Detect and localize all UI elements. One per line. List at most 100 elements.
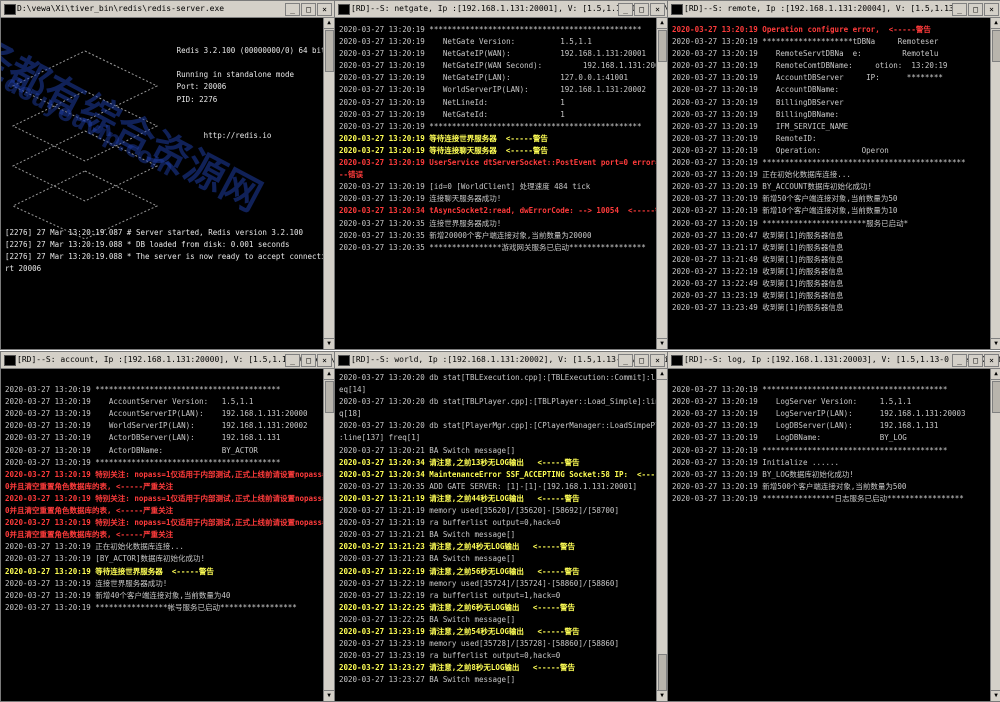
close-button[interactable]: ×	[984, 354, 999, 367]
minimize-button[interactable]: _	[285, 354, 300, 367]
maximize-button[interactable]: □	[634, 354, 649, 367]
console-line: Port: 20006	[5, 82, 227, 92]
maximize-button[interactable]: □	[968, 354, 983, 367]
console-line: 2020-03-27 13:23:19 memory used[35728]/[…	[339, 639, 619, 649]
window-title: D:\vewa\Xi\tiver_bin\redis\redis-server.…	[17, 4, 225, 13]
scrollbar-thumb[interactable]	[992, 30, 1000, 62]
console-line: 2020-03-27 13:20:19 NetLineId: 1	[339, 97, 565, 107]
console-line: [2276] 27 Mar 13:20:19.088 * DB loaded f…	[5, 239, 290, 249]
close-button[interactable]: ×	[317, 354, 332, 367]
window-titlebar[interactable]: [RD]--S: remote, Ip :[192.168.1.131:2000…	[668, 1, 1000, 18]
window-title: [RD]--S: remote, Ip :[192.168.1.131:2000…	[684, 4, 964, 13]
window-titlebar[interactable]: D:\vewa\Xi\tiver_bin\redis\redis-server.…	[1, 1, 334, 18]
scrollbar-thumb[interactable]	[325, 30, 334, 72]
console-line: eq[14]	[339, 385, 367, 395]
world-console-window[interactable]: [RD]--S: world, Ip :[192.168.1.131:20002…	[334, 351, 668, 702]
console-line: 2020-03-27 13:22:19 收到第[1]的服务器信息	[672, 266, 844, 276]
console-line: 2020-03-27 13:20:35 ADD GATE SERVER: [1]…	[339, 481, 638, 491]
console-line: 2020-03-27 13:20:19 NetGateIP(WAN): 192.…	[339, 49, 647, 59]
vertical-scrollbar[interactable]: ▲ ▼	[656, 369, 667, 701]
scrollbar-thumb[interactable]	[992, 381, 1000, 413]
vertical-scrollbar[interactable]: ▲ ▼	[990, 18, 1000, 349]
scroll-down-arrow-icon[interactable]: ▼	[991, 338, 1000, 349]
vertical-scrollbar[interactable]: ▲ ▼	[656, 18, 667, 349]
redis-console-window[interactable]: D:\vewa\Xi\tiver_bin\redis\redis-server.…	[0, 0, 335, 350]
window-controls: _ □ ×	[618, 354, 665, 367]
console-line: 2020-03-27 13:20:19 IFM_SERVICE_NAME	[672, 121, 849, 131]
scroll-up-arrow-icon[interactable]: ▲	[991, 369, 1000, 380]
console-line: 2020-03-27 13:20:19 Operation configure …	[672, 25, 931, 34]
console-line: 2020-03-27 13:20:20 db stat[PlayerMgr.cp…	[339, 421, 657, 431]
console-line: q[18]	[339, 409, 362, 419]
console-line: 2020-03-27 13:20:19 连接聊天服务器成功!	[339, 194, 502, 204]
scroll-up-arrow-icon[interactable]: ▲	[657, 369, 667, 380]
vertical-scrollbar[interactable]: ▲ ▼	[323, 369, 334, 701]
window-titlebar[interactable]: [RD]--S: netgate, Ip :[192.168.1.131:200…	[335, 1, 667, 18]
netgate-console-window[interactable]: [RD]--S: netgate, Ip :[192.168.1.131:200…	[334, 0, 668, 350]
console-line: 2020-03-27 13:20:19 AccountServer Versio…	[5, 397, 254, 407]
scrollbar-thumb[interactable]	[658, 30, 667, 62]
console-line: 2020-03-27 13:20:19 BillingDBServer	[672, 97, 844, 107]
minimize-button[interactable]: _	[952, 3, 967, 16]
console-line: 2020-03-27 13:20:19 正在初始化数据库连接...	[5, 542, 184, 552]
vertical-scrollbar[interactable]: ▲ ▼	[990, 369, 1000, 701]
window-titlebar[interactable]: [RD]--S: world, Ip :[192.168.1.131:20002…	[335, 352, 667, 369]
minimize-button[interactable]: _	[618, 354, 633, 367]
console-line: 2020-03-27 13:20:19 特别关注: nopass=1仅适用于内部…	[5, 518, 324, 528]
minimize-button[interactable]: _	[952, 354, 967, 367]
console-line: 2020-03-27 13:20:21 BA Switch message[]	[339, 445, 516, 455]
console-app-icon	[671, 4, 683, 15]
window-titlebar[interactable]: [RD]--S: account, Ip :[192.168.1.131:200…	[1, 352, 334, 369]
window-controls: _ □ ×	[285, 354, 332, 367]
close-button[interactable]: ×	[984, 3, 999, 16]
scroll-up-arrow-icon[interactable]: ▲	[324, 369, 334, 380]
maximize-button[interactable]: □	[301, 354, 316, 367]
scrollbar-thumb[interactable]	[325, 381, 334, 413]
console-line: 2020-03-27 13:20:19 LogDBName: BY_LOG	[672, 433, 907, 443]
scroll-down-arrow-icon[interactable]: ▼	[657, 690, 667, 701]
console-line: 2020-03-27 13:23:19 ra bufferlist output…	[339, 651, 561, 661]
close-button[interactable]: ×	[317, 3, 332, 16]
maximize-button[interactable]: □	[968, 3, 983, 16]
console-line: 2020-03-27 13:20:19 ********************…	[672, 385, 948, 395]
scroll-up-arrow-icon[interactable]: ▲	[657, 18, 667, 29]
console-line: http://redis.io	[5, 130, 272, 140]
console-line: 2020-03-27 13:20:19 等待连接世界服务器 <-----警告	[5, 566, 214, 576]
account-console-window[interactable]: [RD]--S: account, Ip :[192.168.1.131:200…	[0, 351, 335, 702]
close-button[interactable]: ×	[650, 354, 665, 367]
console-line: 2020-03-27 13:20:19 RemoteID:	[672, 133, 817, 143]
console-line: 2020-03-27 13:20:19 [id=0 [WorldClient] …	[339, 182, 591, 192]
scroll-up-arrow-icon[interactable]: ▲	[324, 18, 334, 29]
window-controls: _ □ ×	[952, 3, 999, 16]
remote-console-window[interactable]: [RD]--S: remote, Ip :[192.168.1.131:2000…	[667, 0, 1000, 350]
minimize-button[interactable]: _	[285, 3, 300, 16]
console-output: 2020-03-27 13:20:19 ********************…	[1, 369, 324, 701]
console-line: 0并且清空重置角色数据库的表, <-----严重关注	[5, 530, 174, 540]
maximize-button[interactable]: □	[634, 3, 649, 16]
console-line: 2020-03-27 13:20:19 BillingDBName:	[672, 109, 840, 119]
scroll-down-arrow-icon[interactable]: ▼	[324, 338, 334, 349]
console-line: 2020-03-27 13:20:19 WorldServerIP(LAN): …	[339, 85, 647, 95]
close-button[interactable]: ×	[650, 3, 665, 16]
console-line: 2020-03-27 13:22:25 BA Switch message[]	[339, 614, 516, 624]
console-line: 2020-03-27 13:20:35 新增20000个客户端连接对象,当前数量…	[339, 230, 592, 240]
maximize-button[interactable]: □	[301, 3, 316, 16]
console-line: 2020-03-27 13:20:19 正在初始化数据库连接...	[672, 170, 851, 180]
scroll-up-arrow-icon[interactable]: ▲	[991, 18, 1000, 29]
scroll-down-arrow-icon[interactable]: ▼	[991, 690, 1000, 701]
minimize-button[interactable]: _	[618, 3, 633, 16]
window-titlebar[interactable]: [RD]--S: log, Ip :[192.168.1.131:20003],…	[668, 352, 1000, 369]
scroll-down-arrow-icon[interactable]: ▼	[657, 338, 667, 349]
log-console-window[interactable]: [RD]--S: log, Ip :[192.168.1.131:20003],…	[667, 351, 1000, 702]
console-line: 2020-03-27 13:20:19 BY_ACCOUNT数据库初始化成功!	[672, 182, 872, 192]
vertical-scrollbar[interactable]: ▲ ▼	[323, 18, 334, 349]
console-output: 2020-03-27 13:20:20 db stat[TBLExecution…	[335, 369, 657, 701]
scroll-down-arrow-icon[interactable]: ▼	[324, 690, 334, 701]
console-line: 2020-03-27 13:23:19 收到第[1]的服务器信息	[672, 291, 844, 301]
